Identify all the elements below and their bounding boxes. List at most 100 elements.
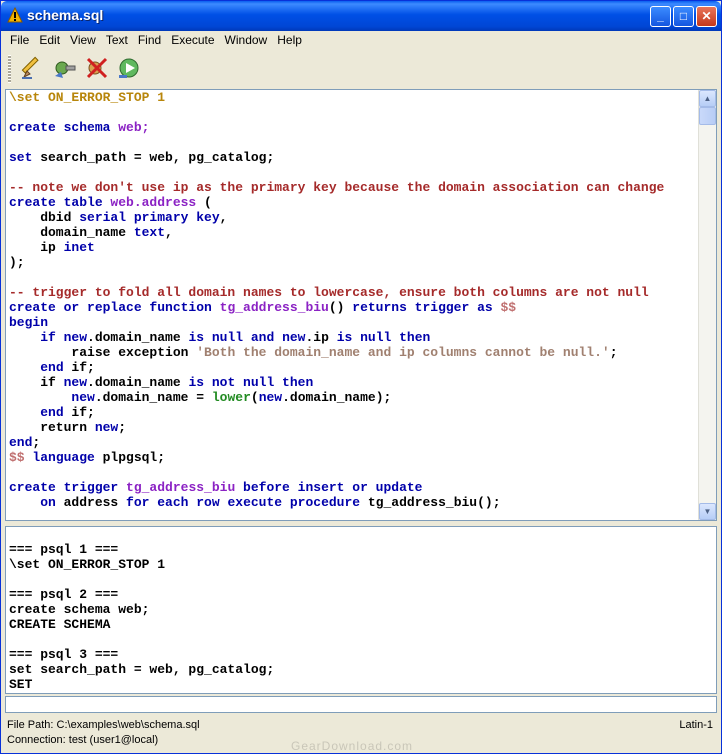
app-window: schema.sql _ □ ✕ File Edit View Text Find Exe… [0, 0, 722, 754]
code-token: is null then [336, 330, 431, 345]
code-line: end; [9, 435, 664, 450]
app-warning-icon [7, 7, 23, 23]
code-line: \set ON_ERROR_STOP 1 [9, 90, 664, 105]
code-token: create schema [9, 120, 119, 135]
code-line: ); [9, 255, 664, 270]
disconnect-icon[interactable] [83, 54, 111, 82]
menu-view[interactable]: View [65, 31, 101, 49]
code-token: ; [118, 420, 127, 435]
code-token: tg_address_biu [126, 480, 236, 495]
code-token: -- note we don't use ip as the primary k… [9, 180, 665, 195]
scroll-thumb[interactable] [699, 107, 716, 125]
code-token: return [9, 420, 95, 435]
code-token: on [40, 495, 56, 510]
code-token: new [258, 390, 283, 405]
code-token: \set ON_ERROR_STOP 1 [9, 90, 166, 105]
code-line: if new.domain_name is not null then [9, 375, 664, 390]
edit-icon[interactable] [19, 54, 47, 82]
code-token: .domain_name [87, 330, 189, 345]
code-line: set search_path = web, pg_catalog; [9, 150, 664, 165]
code-line: create schema web; [9, 120, 664, 135]
code-line: create trigger tg_address_biu before ins… [9, 480, 664, 495]
toolbar-grip[interactable] [8, 55, 11, 83]
sql-editor[interactable]: \set ON_ERROR_STOP 1 create schema web; se… [5, 89, 717, 521]
code-token: $$ [9, 450, 25, 465]
menu-text[interactable]: Text [101, 31, 133, 49]
code-token: ( [196, 195, 212, 210]
code-token: if new [40, 330, 88, 345]
code-line: begin [9, 315, 664, 330]
code-token: text [133, 225, 166, 240]
code-token: serial primary key [79, 210, 220, 225]
scroll-up-icon[interactable]: ▲ [699, 90, 716, 107]
code-token: for each row execute procedure [126, 495, 361, 510]
code-token: begin [9, 315, 49, 330]
output-text: === psql 1 === \set ON_ERROR_STOP 1 === … [9, 542, 275, 692]
code-token: ; [609, 345, 618, 360]
menu-edit[interactable]: Edit [34, 31, 65, 49]
code-token: domain_name [9, 225, 134, 240]
maximize-button[interactable]: □ [673, 6, 694, 27]
connect-icon[interactable] [51, 54, 79, 82]
code-token: language [24, 450, 103, 465]
code-token: dbid [9, 210, 80, 225]
toolbar [5, 51, 717, 87]
code-token: plpgsql; [102, 450, 166, 465]
output-pane[interactable]: === psql 1 === \set ON_ERROR_STOP 1 === … [5, 526, 717, 694]
execute-icon[interactable] [115, 54, 143, 82]
code-token: create or replace function [9, 300, 220, 315]
code-token: .domain_name = [94, 390, 212, 405]
code-token: create table [9, 195, 111, 210]
code-line: -- trigger to fold all domain names to l… [9, 285, 664, 300]
code-token: -- trigger to fold all domain names to l… [9, 285, 649, 300]
code-token: , [165, 225, 173, 240]
code-token: new [94, 420, 119, 435]
scroll-down-icon[interactable]: ▼ [699, 503, 716, 520]
code-token: new [63, 375, 88, 390]
code-token: ); [9, 255, 25, 270]
code-line: create or replace function tg_address_bi… [9, 300, 664, 315]
code-token: if [9, 375, 64, 390]
code-token: web.address [110, 195, 197, 210]
code-token: address [55, 495, 127, 510]
code-token: ; [32, 435, 41, 450]
menu-file[interactable]: File [5, 31, 34, 49]
code-line: end if; [9, 360, 664, 375]
code-token: if; [63, 405, 95, 420]
menu-find[interactable]: Find [133, 31, 166, 49]
code-line: on address for each row execute procedur… [9, 495, 664, 510]
code-token: ip [9, 240, 64, 255]
editor-scrollbar[interactable]: ▲ ▼ [698, 90, 716, 520]
minimize-button[interactable]: _ [650, 6, 671, 27]
code-line: if new.domain_name is null and new.ip is… [9, 330, 664, 345]
code-token: if; [63, 360, 95, 375]
code-token: .domain_name [87, 375, 189, 390]
command-input[interactable] [5, 696, 717, 713]
code-line: create table web.address ( [9, 195, 664, 210]
menu-help[interactable]: Help [272, 31, 307, 49]
close-button[interactable]: ✕ [696, 6, 717, 27]
code-line: new.domain_name = lower(new.domain_name)… [9, 390, 664, 405]
code-token: search_path = web, pg_catalog; [32, 150, 275, 165]
code-line: end if; [9, 405, 664, 420]
watermark: GearDownload.com [291, 739, 414, 753]
menu-execute[interactable]: Execute [166, 31, 219, 49]
title-bar[interactable]: schema.sql _ □ ✕ [1, 1, 721, 31]
connection-label: Connection: test (user1@local) [7, 734, 159, 746]
code-token: new [71, 390, 95, 405]
code-line: $$ language plpgsql; [9, 450, 664, 465]
menu-window[interactable]: Window [220, 31, 273, 49]
code-token: is null and new [188, 330, 306, 345]
code-token: tg_address_biu(); [360, 495, 501, 510]
code-token: set [9, 150, 33, 165]
encoding-label: Latin-1 [679, 719, 713, 731]
sql-code[interactable]: \set ON_ERROR_STOP 1 create schema web; se… [9, 90, 664, 510]
code-token: .domain_name); [282, 390, 392, 405]
